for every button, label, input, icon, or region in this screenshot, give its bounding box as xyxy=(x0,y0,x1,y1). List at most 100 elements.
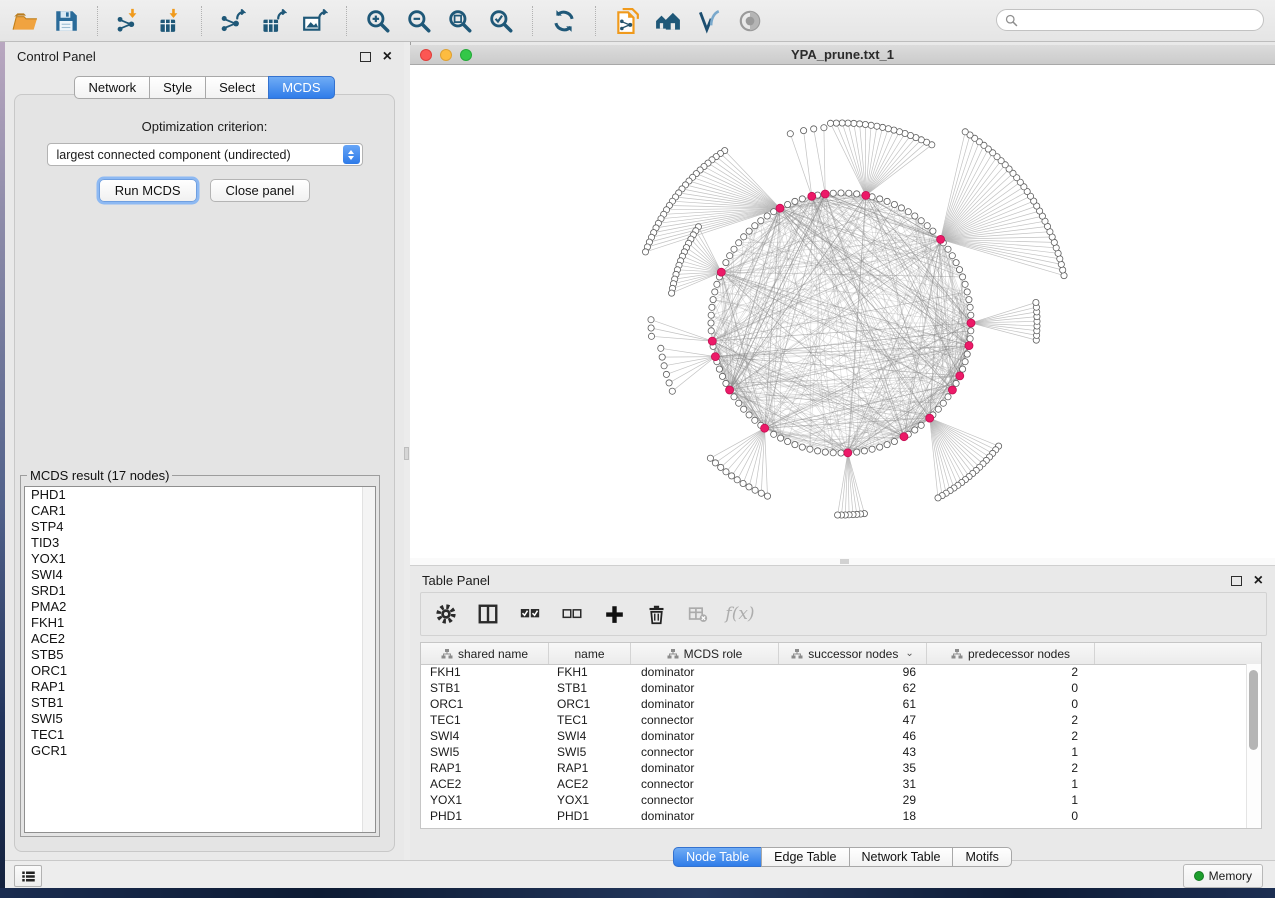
save-icon[interactable] xyxy=(52,7,80,35)
cell-name[interactable]: YOX1 xyxy=(549,793,631,807)
cell-name[interactable]: SWI5 xyxy=(549,745,631,759)
mcds-node[interactable] xyxy=(967,319,975,327)
tab-select[interactable]: Select xyxy=(205,76,269,99)
table-row[interactable]: YOX1YOX1connector291 xyxy=(421,792,1247,808)
mcds-node[interactable] xyxy=(900,433,908,441)
float-panel-icon[interactable] xyxy=(1231,576,1242,586)
network-node[interactable] xyxy=(966,297,972,303)
network-node[interactable] xyxy=(861,448,867,454)
network-node[interactable] xyxy=(642,249,648,255)
cell-MCDS-role[interactable]: dominator xyxy=(631,729,779,743)
mcds-node[interactable] xyxy=(937,235,945,243)
network-node[interactable] xyxy=(968,328,974,334)
network-node[interactable] xyxy=(659,354,665,360)
network-node[interactable] xyxy=(830,450,836,456)
cell-predecessor-nodes[interactable]: 0 xyxy=(927,697,1095,711)
network-node[interactable] xyxy=(964,351,970,357)
network-node[interactable] xyxy=(734,477,740,483)
settings-icon[interactable] xyxy=(433,601,459,627)
network-node[interactable] xyxy=(741,406,747,412)
mcds-result-item[interactable]: GCR1 xyxy=(25,743,375,759)
network-node[interactable] xyxy=(845,120,851,126)
export-table-icon[interactable] xyxy=(260,7,288,35)
mcds-node[interactable] xyxy=(708,337,716,345)
column-header-shared-name[interactable]: shared name xyxy=(421,643,549,664)
network-node[interactable] xyxy=(661,363,667,369)
network-node[interactable] xyxy=(869,446,875,452)
table-row[interactable]: ACE2ACE2connector311 xyxy=(421,776,1247,792)
cell-successor-nodes[interactable]: 31 xyxy=(779,777,927,791)
table-row[interactable]: RAP1RAP1dominator352 xyxy=(421,760,1247,776)
add-entry-icon[interactable] xyxy=(601,601,627,627)
cell-name[interactable]: RAP1 xyxy=(549,761,631,775)
network-node[interactable] xyxy=(962,129,968,135)
network-node[interactable] xyxy=(648,317,654,323)
network-node[interactable] xyxy=(731,246,737,252)
run-mcds-button[interactable]: Run MCDS xyxy=(99,179,197,202)
mcds-node[interactable] xyxy=(776,204,784,212)
import-network-icon[interactable] xyxy=(115,7,143,35)
tab-motifs[interactable]: Motifs xyxy=(952,847,1011,867)
cell-MCDS-role[interactable]: connector xyxy=(631,745,779,759)
table-scrollbar[interactable] xyxy=(1246,664,1261,828)
cell-predecessor-nodes[interactable]: 1 xyxy=(927,777,1095,791)
network-node[interactable] xyxy=(877,444,883,450)
zoom-selected-icon[interactable] xyxy=(487,7,515,35)
network-node[interactable] xyxy=(905,209,911,215)
network-node[interactable] xyxy=(758,490,764,496)
network-node[interactable] xyxy=(740,480,746,486)
network-node[interactable] xyxy=(953,260,959,266)
mcds-result-item[interactable]: SWI4 xyxy=(25,567,375,583)
toggle-columns-icon[interactable] xyxy=(475,601,501,627)
tab-mcds[interactable]: MCDS xyxy=(268,76,334,99)
zoom-fit-icon[interactable] xyxy=(446,7,474,35)
mcds-node[interactable] xyxy=(717,268,725,276)
network-node[interactable] xyxy=(935,495,941,501)
memory-button[interactable]: Memory xyxy=(1183,864,1263,888)
network-node[interactable] xyxy=(707,455,713,461)
cell-shared-name[interactable]: TEC1 xyxy=(421,713,549,727)
network-node[interactable] xyxy=(658,345,664,351)
mcds-result-item[interactable]: TEC1 xyxy=(25,727,375,743)
network-node[interactable] xyxy=(731,394,737,400)
network-node[interactable] xyxy=(891,438,897,444)
network-node[interactable] xyxy=(799,196,805,202)
hide-graphics-details-icon[interactable] xyxy=(695,7,723,35)
network-node[interactable] xyxy=(714,281,720,287)
scrollbar-thumb[interactable] xyxy=(1249,670,1258,750)
cell-shared-name[interactable]: SWI5 xyxy=(421,745,549,759)
network-node[interactable] xyxy=(898,205,904,211)
network-node[interactable] xyxy=(669,388,675,394)
zoom-in-icon[interactable] xyxy=(364,7,392,35)
table-row[interactable]: SWI4SWI4dominator462 xyxy=(421,728,1247,744)
network-node[interactable] xyxy=(857,121,863,127)
cell-predecessor-nodes[interactable]: 2 xyxy=(927,761,1095,775)
network-node[interactable] xyxy=(940,400,946,406)
network-node[interactable] xyxy=(1061,273,1067,279)
network-node[interactable] xyxy=(723,260,729,266)
network-node[interactable] xyxy=(884,442,890,448)
network-node[interactable] xyxy=(891,127,897,133)
refresh-icon[interactable] xyxy=(550,7,578,35)
mcds-result-item[interactable]: PMA2 xyxy=(25,599,375,615)
cell-predecessor-nodes[interactable]: 2 xyxy=(927,729,1095,743)
mcds-result-item[interactable]: STB5 xyxy=(25,647,375,663)
houses-icon[interactable] xyxy=(654,7,682,35)
network-node[interactable] xyxy=(822,449,828,455)
cell-shared-name[interactable]: YOX1 xyxy=(421,793,549,807)
mcds-result-item[interactable]: RAP1 xyxy=(25,679,375,695)
network-node[interactable] xyxy=(708,320,714,326)
network-node[interactable] xyxy=(891,201,897,207)
mcds-result-list[interactable]: PHD1CAR1STP4TID3YOX1SWI4SRD1PMA2FKH1ACE2… xyxy=(24,486,376,833)
network-node[interactable] xyxy=(851,120,857,126)
select-all-icon[interactable] xyxy=(517,601,543,627)
cell-name[interactable]: ORC1 xyxy=(549,697,631,711)
cell-MCDS-role[interactable]: dominator xyxy=(631,665,779,679)
deselect-all-icon[interactable] xyxy=(559,601,585,627)
zoom-out-icon[interactable] xyxy=(405,7,433,35)
splitter-handle[interactable] xyxy=(404,447,409,460)
network-node[interactable] xyxy=(962,359,968,365)
column-header-name[interactable]: name xyxy=(549,643,631,664)
cell-predecessor-nodes[interactable]: 1 xyxy=(927,745,1095,759)
network-node[interactable] xyxy=(1033,299,1039,305)
